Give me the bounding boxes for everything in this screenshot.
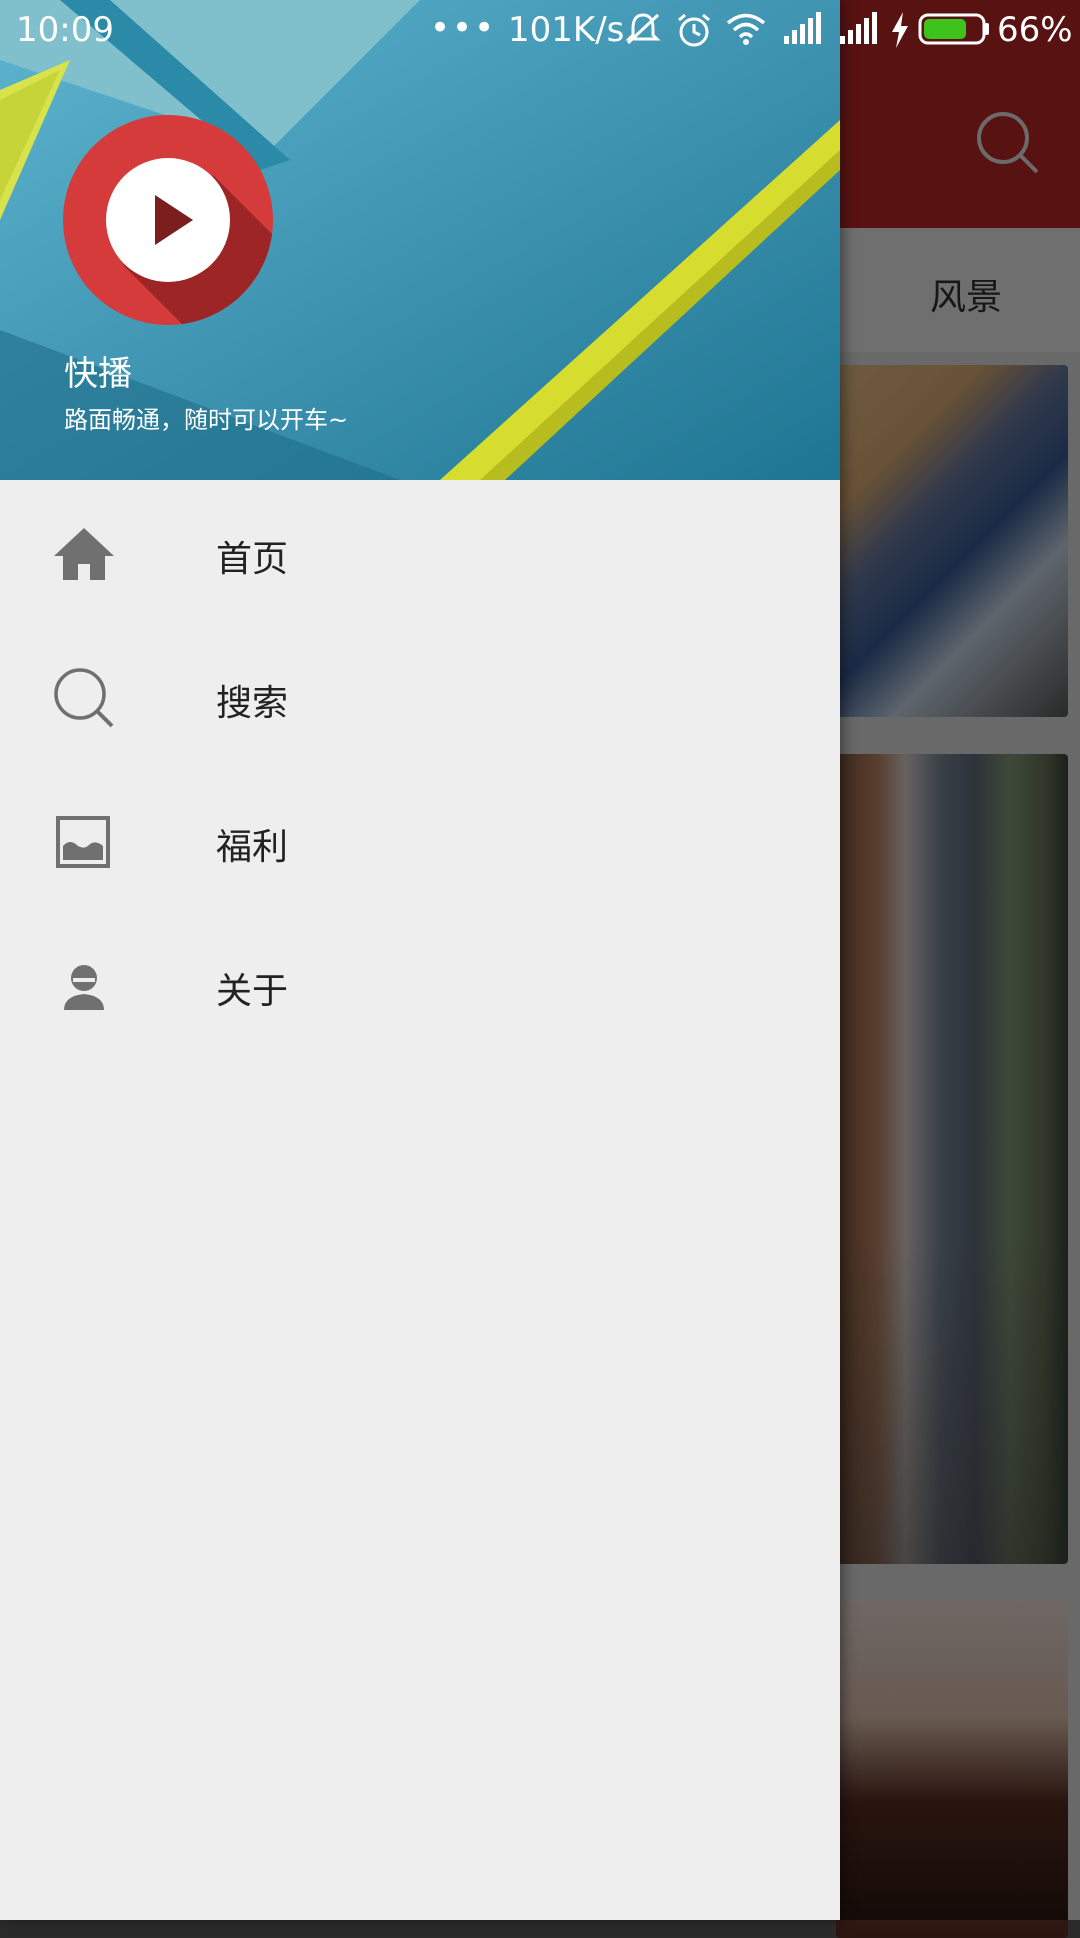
drawer-item-label: 关于	[216, 971, 289, 1012]
network-speed: 101K/s	[508, 10, 625, 50]
drawer-item-home[interactable]: 首页	[0, 480, 840, 620]
drawer-item-welfare[interactable]: 福利	[0, 768, 840, 908]
app-tagline: 路面畅通，随时可以开车~	[64, 406, 349, 434]
app-logo[interactable]	[63, 115, 273, 325]
drawer-item-search[interactable]: 搜索	[0, 624, 840, 764]
status-bar: 10:09 ••• 101K/s 66%	[0, 0, 1080, 60]
image-icon	[56, 816, 110, 868]
search-icon	[54, 668, 114, 728]
battery-icon	[918, 13, 989, 45]
battery-percent: 66%	[997, 10, 1073, 50]
status-more-icon: •••	[430, 8, 497, 48]
drawer-item-label: 搜索	[216, 683, 289, 724]
signal-icon	[784, 12, 821, 44]
signal-icon-2	[840, 12, 877, 44]
navigation-drawer: 快播 路面畅通，随时可以开车~ 首页 搜索 福利 关于	[0, 0, 840, 1920]
drawer-item-label: 福利	[216, 827, 289, 868]
drawer-item-label: 首页	[216, 539, 289, 580]
mute-bell-icon	[625, 13, 661, 45]
drawer-header: 快播 路面畅通，随时可以开车~	[0, 0, 840, 480]
person-icon	[64, 965, 104, 1010]
wifi-icon	[726, 13, 766, 45]
charging-icon	[892, 12, 908, 48]
app-name: 快播	[64, 354, 132, 394]
home-icon	[54, 528, 114, 580]
alarm-icon	[678, 13, 710, 47]
drawer-item-about[interactable]: 关于	[0, 912, 840, 1052]
status-time: 10:09	[16, 10, 114, 50]
